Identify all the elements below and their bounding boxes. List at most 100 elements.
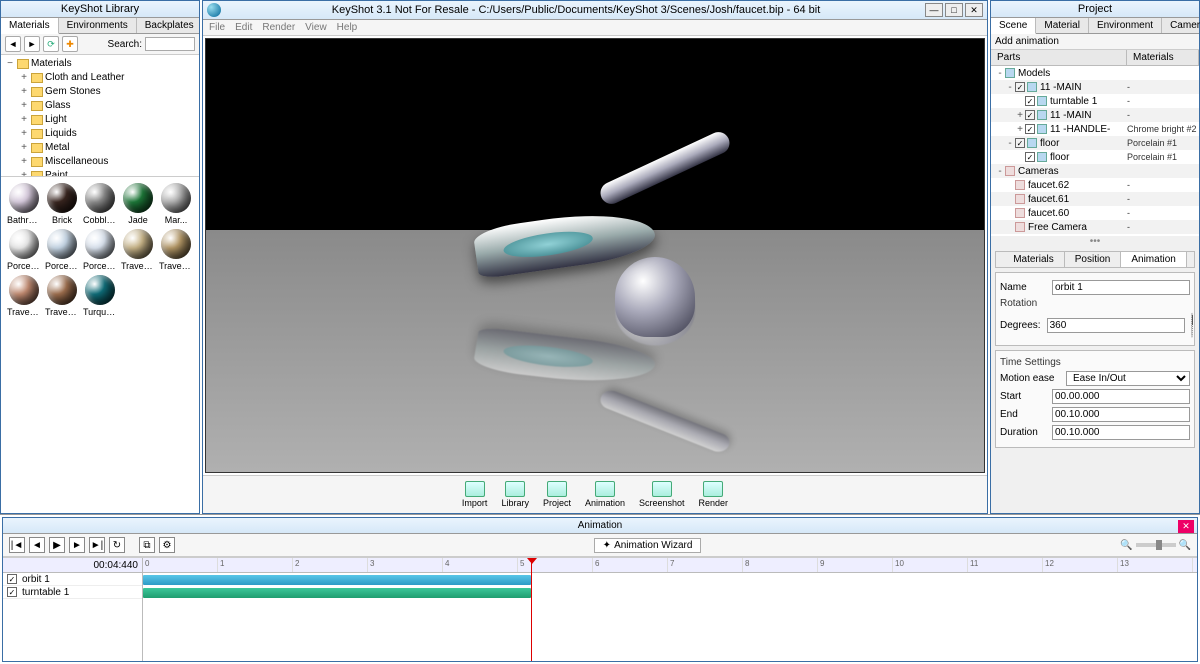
tree-row[interactable]: Free Camera- [991, 220, 1199, 234]
checkbox[interactable]: ✓ [1025, 96, 1035, 106]
folder-item[interactable]: +Gem Stones [19, 85, 195, 99]
tree-row[interactable]: faucet.61- [991, 192, 1199, 206]
tree-row[interactable]: +✓11 -MAIN- [991, 108, 1199, 122]
loop-button[interactable]: ↻ [109, 537, 125, 553]
library-search-input[interactable] [145, 37, 195, 51]
folder-item[interactable]: +Metal [19, 141, 195, 155]
col-materials[interactable]: Materials [1127, 50, 1199, 65]
material-swatch[interactable]: Turquoise [83, 275, 117, 317]
tool-animation[interactable]: Animation [579, 479, 631, 510]
expand-icon[interactable]: + [19, 155, 29, 169]
menu-view[interactable]: View [305, 22, 327, 33]
play-button[interactable]: ▶ [49, 537, 65, 553]
material-swatch[interactable]: Bathroo... [7, 183, 41, 225]
tool-library[interactable]: Library [495, 479, 535, 510]
expand-icon[interactable]: + [19, 85, 29, 99]
subtab-animation[interactable]: Animation [1121, 252, 1186, 267]
tree-row[interactable]: -✓11 -MAIN- [991, 80, 1199, 94]
timeline-ruler[interactable]: 012345678910111213 [143, 558, 1197, 573]
material-swatch[interactable]: Jade [121, 183, 155, 225]
tree-row[interactable]: faucet.62- [991, 178, 1199, 192]
tool-project[interactable]: Project [537, 479, 577, 510]
material-swatch[interactable]: Travertine [121, 229, 155, 271]
expand-icon[interactable]: + [19, 113, 29, 127]
rotation-dial[interactable] [1191, 312, 1193, 338]
collapse-icon[interactable]: − [5, 57, 15, 71]
timeline-canvas[interactable]: 012345678910111213 [143, 558, 1197, 661]
menu-help[interactable]: Help [337, 22, 358, 33]
render-viewport[interactable] [205, 38, 985, 473]
material-swatch[interactable]: Cobblesto... [83, 183, 117, 225]
add-icon[interactable]: ✚ [62, 36, 78, 52]
preview-button[interactable]: ⧉ [139, 537, 155, 553]
animation-wizard-button[interactable]: ✦ Animation Wizard [594, 538, 702, 553]
project-tab-environment[interactable]: Environment [1089, 18, 1162, 33]
subtab-position[interactable]: Position [1065, 252, 1122, 267]
material-swatch[interactable]: Brick [45, 183, 79, 225]
refresh-icon[interactable]: ⟳ [43, 36, 59, 52]
menu-render[interactable]: Render [262, 22, 295, 33]
go-end-button[interactable]: ►| [89, 537, 105, 553]
checkbox[interactable]: ✓ [1025, 110, 1035, 120]
tree-row[interactable]: -Cameras [991, 164, 1199, 178]
zoom-slider[interactable] [1136, 543, 1176, 547]
tool-screenshot[interactable]: Screenshot [633, 479, 691, 510]
folder-item[interactable]: +Miscellaneous [19, 155, 195, 169]
expand-icon[interactable]: + [19, 71, 29, 85]
track-label[interactable]: ✓orbit 1 [3, 573, 142, 586]
material-swatch[interactable]: Travertin... [7, 275, 41, 317]
folder-item[interactable]: +Cloth and Leather [19, 71, 195, 85]
tree-row[interactable]: faucet.60- [991, 206, 1199, 220]
material-swatch[interactable]: Mar... [159, 183, 193, 225]
step-back-button[interactable]: ◄ [29, 537, 45, 553]
add-animation-button[interactable]: Add animation [991, 34, 1199, 50]
checkbox[interactable]: ✓ [1025, 124, 1035, 134]
tree-row[interactable]: +✓11 -HANDLE-Chrome bright #2 [991, 122, 1199, 136]
name-input[interactable] [1052, 280, 1190, 295]
start-input[interactable] [1052, 389, 1190, 404]
checkbox[interactable]: ✓ [1025, 152, 1035, 162]
timeline-bar-turntable[interactable] [143, 588, 531, 598]
zoom-out-icon[interactable]: 🔍 [1120, 540, 1132, 551]
maximize-button[interactable]: □ [945, 3, 963, 17]
col-parts[interactable]: Parts [991, 50, 1127, 65]
material-swatch[interactable]: Porcela... [83, 229, 117, 271]
go-start-button[interactable]: |◄ [9, 537, 25, 553]
playhead[interactable] [531, 558, 532, 661]
tool-render[interactable]: Render [693, 479, 735, 510]
degrees-input[interactable] [1047, 318, 1185, 333]
expand-icon[interactable]: + [19, 99, 29, 113]
track-checkbox[interactable]: ✓ [7, 587, 17, 597]
track-label[interactable]: ✓turntable 1 [3, 586, 142, 599]
folder-item[interactable]: +Light [19, 113, 195, 127]
expand-icon[interactable]: + [19, 127, 29, 141]
expand-icon[interactable]: + [19, 141, 29, 155]
library-folder-tree[interactable]: − Materials +Cloth and Leather+Gem Stone… [1, 55, 199, 177]
material-swatch[interactable]: Porcelain [7, 229, 41, 271]
project-tab-scene[interactable]: Scene [991, 18, 1036, 34]
duration-input[interactable] [1052, 425, 1190, 440]
folder-item[interactable]: +Liquids [19, 127, 195, 141]
tree-row[interactable]: -Models [991, 66, 1199, 80]
tree-row[interactable]: ✓floorPorcelain #1 [991, 150, 1199, 164]
expand-icon[interactable]: + [19, 169, 29, 177]
track-checkbox[interactable]: ✓ [7, 574, 17, 584]
tree-row[interactable]: -✓floorPorcelain #1 [991, 136, 1199, 150]
material-swatch[interactable]: Travertin... [159, 229, 193, 271]
project-tree[interactable]: -Models-✓11 -MAIN-✓turntable 1-+✓11 -MAI… [991, 66, 1199, 236]
tool-import[interactable]: Import [456, 479, 494, 510]
step-fwd-button[interactable]: ► [69, 537, 85, 553]
project-tab-material[interactable]: Material [1036, 18, 1089, 33]
close-button[interactable]: ✕ [965, 3, 983, 17]
timeline-bar-orbit[interactable] [143, 575, 531, 585]
material-swatch[interactable]: Porcela... [45, 229, 79, 271]
project-tab-camera[interactable]: Camera [1162, 18, 1200, 33]
forward-icon[interactable]: ► [24, 36, 40, 52]
end-input[interactable] [1052, 407, 1190, 422]
folder-item[interactable]: +Paint [19, 169, 195, 177]
minimize-button[interactable]: — [925, 3, 943, 17]
ease-select[interactable]: Ease In/Out [1066, 371, 1190, 386]
library-tab-materials[interactable]: Materials [1, 18, 59, 34]
menu-file[interactable]: File [209, 22, 225, 33]
settings-button[interactable]: ⚙ [159, 537, 175, 553]
